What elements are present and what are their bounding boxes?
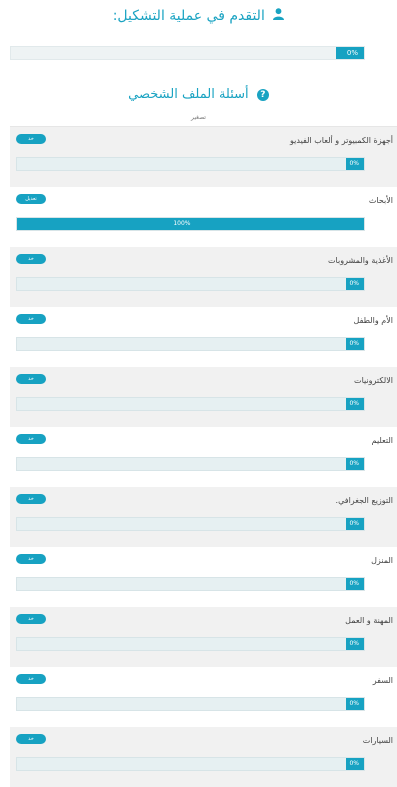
question-progress-label: 0%: [349, 760, 359, 767]
question-progress-label: 0%: [349, 520, 359, 527]
progress-title: التقدم في عملية التشكيل:: [112, 8, 265, 24]
progress-header: التقدم في عملية التشكيل:: [0, 6, 397, 32]
take-button[interactable]: خذ: [16, 314, 46, 324]
question-progress-label: 0%: [349, 280, 359, 287]
question-label: السفر: [372, 676, 393, 685]
question-progress-bar: 0%: [16, 577, 365, 591]
take-button[interactable]: خذ: [16, 374, 46, 384]
take-button[interactable]: خذ: [16, 494, 46, 504]
question-row: المنزل خذ 0%: [10, 547, 397, 607]
take-button[interactable]: خذ: [16, 674, 46, 684]
question-progress-bar: 0%: [16, 337, 365, 351]
question-progress-bar: 0%: [16, 277, 365, 291]
take-button[interactable]: خذ: [16, 254, 46, 264]
question-progress-label: 100%: [173, 220, 191, 227]
profile-questions-title: ? أسئلة الملف الشخصي: [0, 86, 397, 104]
question-progress-bar: 0%: [16, 637, 365, 651]
question-row: أجهزة الكمبيوتر و ألعاب الفيديو خذ 0%: [10, 127, 397, 187]
question-label: التوزيع الجغرافي.: [335, 496, 393, 505]
take-button[interactable]: خذ: [16, 614, 46, 624]
question-row: الالكترونيات خذ 0%: [10, 367, 397, 427]
question-row: الأبحاث تعديل 100%: [10, 187, 397, 247]
question-label: المهنة و العمل: [345, 616, 393, 625]
question-row: التوزيع الجغرافي. خذ 0%: [10, 487, 397, 547]
question-row: الأم والطفل خذ 0%: [10, 307, 397, 367]
question-progress-label: 0%: [349, 580, 359, 587]
question-progress-label: 0%: [349, 400, 359, 407]
question-row: الأغذية والمشروبات خذ 0%: [10, 247, 397, 307]
question-row: السيارات خذ 0%: [10, 727, 397, 787]
question-row: السفر خذ 0%: [10, 667, 397, 727]
question-label: التعليم: [371, 436, 393, 445]
question-row: المهنة و العمل خذ 0%: [10, 607, 397, 667]
profile-questions-label: أسئلة الملف الشخصي: [128, 87, 249, 102]
question-row: التعليم خذ 0%: [10, 427, 397, 487]
question-circle-icon[interactable]: ?: [256, 88, 269, 101]
collapse-hint[interactable]: تصغير: [0, 114, 397, 122]
question-progress-label: 0%: [349, 460, 359, 467]
question-label: الالكترونيات: [354, 376, 393, 385]
question-label: الأغذية والمشروبات: [328, 256, 393, 265]
question-progress-label: 0%: [349, 700, 359, 707]
profile-question-list: أجهزة الكمبيوتر و ألعاب الفيديو خذ 0% الأبح…: [10, 126, 397, 787]
question-progress-bar: 0%: [16, 457, 365, 471]
question-progress-bar: 0%: [16, 397, 365, 411]
overall-progress-bar: 0%: [10, 46, 365, 60]
question-label: أجهزة الكمبيوتر و ألعاب الفيديو: [290, 136, 393, 145]
question-progress-label: 0%: [349, 340, 359, 347]
question-label: الأم والطفل: [353, 316, 393, 325]
take-button[interactable]: خذ: [16, 554, 46, 564]
question-progress-label: 0%: [349, 640, 359, 647]
question-label: المنزل: [371, 556, 393, 565]
take-button[interactable]: خذ: [16, 434, 46, 444]
question-progress-label: 0%: [349, 160, 359, 167]
overall-progress-label: 0%: [346, 49, 358, 57]
edit-button[interactable]: تعديل: [16, 194, 46, 204]
user-icon: [273, 6, 285, 26]
question-progress-bar: 100%: [16, 217, 365, 231]
question-progress-bar: 0%: [16, 697, 365, 711]
take-button[interactable]: خذ: [16, 734, 46, 744]
question-label: الأبحاث: [368, 196, 393, 205]
question-progress-bar: 0%: [16, 157, 365, 171]
question-progress-bar: 0%: [16, 757, 365, 771]
question-label: السيارات: [362, 736, 393, 745]
question-progress-bar: 0%: [16, 517, 365, 531]
take-button[interactable]: خذ: [16, 134, 46, 144]
